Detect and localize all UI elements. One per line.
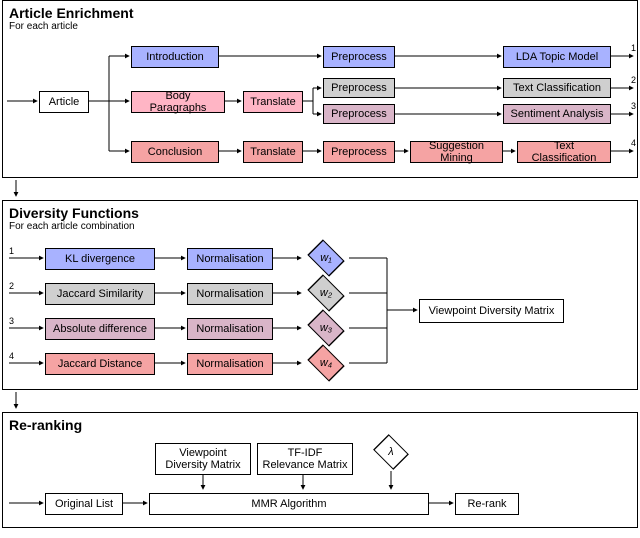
node-rerank: Re-rank [455,493,519,515]
node-preprocess-1: Preprocess [323,46,395,68]
node-original-list: Original List [45,493,123,515]
node-absolute-difference: Absolute difference [45,318,155,340]
weight-w3: w₃ [303,311,349,345]
node-tfidf-input: TF-IDF Relevance Matrix [257,443,353,475]
node-preprocess-4: Preprocess [323,141,395,163]
node-viewpoint-diversity-matrix: Viewpoint Diversity Matrix [419,299,564,323]
node-norm-2: Normalisation [187,283,273,305]
lambda: λ [371,435,411,469]
down-arrow-1 [6,180,30,200]
node-vdm-input: Viewpoint Diversity Matrix [155,443,251,475]
node-kl-divergence: KL divergence [45,248,155,270]
weight-w2: w₂ [303,276,349,310]
panel-article-enrichment: Article Enrichment For each article [2,0,638,178]
node-jaccard-distance: Jaccard Distance [45,353,155,375]
in-label-4: 4 [9,351,14,361]
node-article: Article [39,91,89,113]
node-text-classification-2: Text Classification [517,141,611,163]
in-label-3: 3 [9,316,14,326]
node-suggestion-mining: Suggestion Mining [410,141,503,163]
node-introduction: Introduction [131,46,219,68]
node-preprocess-2: Preprocess [323,78,395,98]
out-label-4: 4 [631,138,636,148]
node-mmr-algorithm: MMR Algorithm [149,493,429,515]
out-label-3: 3 [631,101,636,111]
panel2-title: Diversity Functions [3,201,637,221]
node-norm-1: Normalisation [187,248,273,270]
node-conclusion: Conclusion [131,141,219,163]
node-norm-3: Normalisation [187,318,273,340]
node-preprocess-3: Preprocess [323,104,395,124]
node-body-paragraphs: Body Paragraphs [131,91,225,113]
out-label-1: 1 [631,43,636,53]
out-label-2: 2 [631,75,636,85]
panel3-title: Re-ranking [3,413,637,433]
node-translate-body: Translate [243,91,303,113]
node-translate-conclusion: Translate [243,141,303,163]
down-arrow-2 [6,392,30,412]
node-lda: LDA Topic Model [503,46,611,68]
node-jaccard-similarity: Jaccard Similarity [45,283,155,305]
panel1-subtitle: For each article [3,21,637,36]
node-text-classification-1: Text Classification [503,78,611,98]
in-label-2: 2 [9,281,14,291]
weight-w4: w₄ [303,346,349,380]
weight-w1: w₁ [303,241,349,275]
panel2-subtitle: For each article combination [3,221,637,236]
panel-diversity-functions: Diversity Functions For each article com… [2,200,638,390]
panel1-title: Article Enrichment [3,1,637,21]
node-norm-4: Normalisation [187,353,273,375]
node-sentiment: Sentiment Analysis [503,104,611,124]
panel-re-ranking: Re-ranking Original List Viewpoint Diver… [2,412,638,528]
in-label-1: 1 [9,246,14,256]
